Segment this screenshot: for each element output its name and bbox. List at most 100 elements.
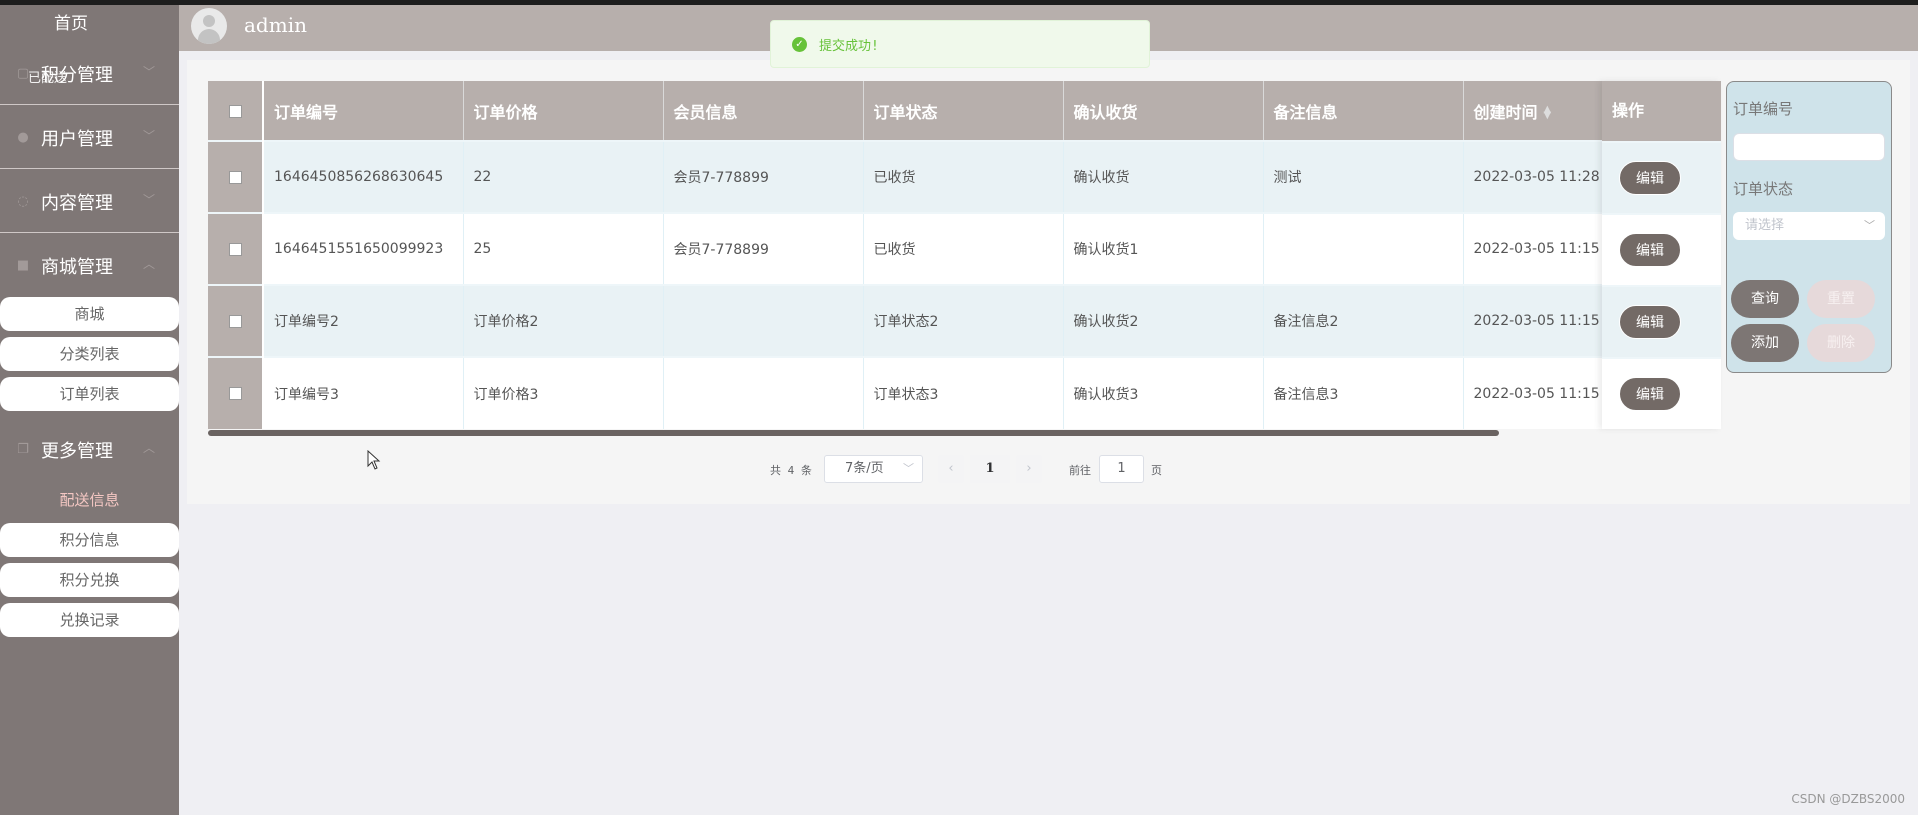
sidebar-item-exchange-records[interactable]: 兑换记录 <box>0 603 179 637</box>
cell-member: 会员7-778899 <box>663 212 864 285</box>
sidebar-group-content[interactable]: ◌ 内容管理 ﹀ <box>0 173 179 233</box>
cell-confirm: 确认收货3 <box>1063 356 1264 429</box>
chevron-right-icon: › <box>1026 461 1032 476</box>
cell-created: 2022-03-05 11:15 <box>1463 356 1604 429</box>
check-circle-icon: ✓ <box>792 37 807 52</box>
sidebar-item-home[interactable]: 首页 <box>0 9 142 34</box>
mouse-cursor-icon <box>367 450 381 470</box>
row-checkbox[interactable] <box>228 387 242 400</box>
page-size-value: 7条/页 <box>845 461 884 476</box>
table-row: 订单编号3 订单价格3 订单状态3 确认收货3 备注信息3 2022-03-05… <box>208 356 1721 429</box>
cell-status: 已收货 <box>863 140 1064 213</box>
table-header-row: 订单编号 订单价格 会员信息 订单状态 确认收货 备注信息 创建时间 ▲ ▼ <box>208 81 1721 141</box>
cell-member <box>663 284 864 357</box>
cell-status: 订单状态3 <box>863 356 1064 429</box>
horizontal-scrollbar[interactable] <box>208 430 1499 436</box>
cell-member: 会员7-778899 <box>663 140 864 213</box>
page-number-current[interactable]: 1 <box>970 455 1010 483</box>
actions-cell: 编辑 <box>1602 357 1721 429</box>
select-all-header <box>208 81 264 141</box>
cell-price: 订单价格3 <box>463 356 664 429</box>
prev-page-button[interactable]: ‹ <box>938 455 964 483</box>
goto-page-input[interactable]: 1 <box>1099 455 1144 483</box>
cell-price: 25 <box>463 212 664 285</box>
order-no-input[interactable] <box>1733 133 1885 161</box>
avatar-head-shape <box>203 15 215 27</box>
sidebar-group-label: 更多管理 <box>41 441 113 462</box>
sidebar-group-label: 商城管理 <box>41 257 113 278</box>
chevron-down-icon: ﹀ <box>903 462 914 475</box>
order-status-label: 订单状态 <box>1733 180 1794 198</box>
column-header-member: 会员信息 <box>663 81 864 141</box>
edit-button[interactable]: 编辑 <box>1619 233 1681 267</box>
cell-price: 订单价格2 <box>463 284 664 357</box>
sidebar-group-more[interactable]: ❐ 更多管理 ︿ <box>0 421 179 481</box>
cell-order-no: 订单编号3 <box>263 356 464 429</box>
cell-remark: 测试 <box>1263 140 1464 213</box>
reset-button[interactable]: 重置 <box>1807 280 1875 318</box>
page-size-select[interactable]: 7条/页 ﹀ <box>824 455 923 483</box>
row-checkbox[interactable] <box>228 314 242 328</box>
chevron-up-icon: ︿ <box>142 257 155 271</box>
sidebar-group-users[interactable]: ● 用户管理 ﹀ <box>0 109 179 169</box>
cell-status: 已收货 <box>863 212 1064 285</box>
query-button[interactable]: 查询 <box>1731 280 1799 318</box>
sidebar-group-mall[interactable]: ■ 商城管理 ︿ <box>0 237 179 297</box>
row-select-cell <box>208 140 264 213</box>
cell-created: 2022-03-05 11:15 <box>1463 212 1604 285</box>
column-header-created-label: 创建时间 <box>1473 102 1538 122</box>
delete-button[interactable]: 删除 <box>1807 324 1875 362</box>
sidebar-item-points-exchange[interactable]: 积分兑换 <box>0 563 179 597</box>
cell-remark: 备注信息3 <box>1263 356 1464 429</box>
row-select-cell <box>208 212 264 285</box>
actions-cell: 编辑 <box>1602 285 1721 357</box>
cell-confirm: 确认收货2 <box>1063 284 1264 357</box>
sidebar-group-points[interactable]: ▢ 积分管理 ﹀ <box>0 45 179 105</box>
column-header-remark: 备注信息 <box>1263 81 1464 141</box>
cell-confirm: 确认收货 <box>1063 140 1264 213</box>
cell-remark <box>1263 212 1464 285</box>
next-page-button[interactable]: › <box>1016 455 1042 483</box>
chevron-left-icon: ‹ <box>948 461 954 476</box>
actions-cell: 编辑 <box>1602 213 1721 285</box>
column-header-status: 订单状态 <box>863 81 1064 141</box>
chevron-up-icon: ︿ <box>142 441 155 455</box>
column-header-actions: 操作 <box>1602 81 1721 141</box>
table-row: 订单编号2 订单价格2 订单状态2 确认收货2 备注信息2 2022-03-05… <box>208 284 1721 357</box>
column-header-order-no: 订单编号 <box>263 81 464 141</box>
edit-button[interactable]: 编辑 <box>1619 161 1681 195</box>
sidebar-item-points-info[interactable]: 积分信息 <box>0 523 179 557</box>
sidebar-item-mall[interactable]: 商城 <box>0 297 179 331</box>
cell-order-no: 1646450856268630645 <box>263 140 464 213</box>
column-header-created[interactable]: 创建时间 ▲ ▼ <box>1463 81 1604 141</box>
watermark: CSDN @DZBS2000 <box>1791 792 1905 806</box>
select-all-checkbox[interactable] <box>228 105 242 118</box>
pagination-total: 共 4 条 <box>770 464 812 477</box>
actions-cell: 编辑 <box>1602 141 1721 213</box>
order-status-select[interactable]: 请选择 ﹀ <box>1733 212 1885 240</box>
overlapping-label: 已配送 <box>28 71 68 86</box>
sidebar-item-order-list[interactable]: 订单列表 <box>0 377 179 411</box>
column-header-confirm: 确认收货 <box>1063 81 1264 141</box>
cell-status: 订单状态2 <box>863 284 1064 357</box>
row-select-cell <box>208 356 264 429</box>
bag-icon: ■ <box>16 258 30 273</box>
row-checkbox[interactable] <box>228 242 242 256</box>
sidebar-item-category-list[interactable]: 分类列表 <box>0 337 179 371</box>
row-checkbox[interactable] <box>228 170 242 184</box>
edit-button[interactable]: 编辑 <box>1619 305 1681 339</box>
edit-button[interactable]: 编辑 <box>1619 377 1681 411</box>
search-panel: 订单编号 订单状态 请选择 ﹀ 查询 重置 添加 删除 <box>1726 81 1892 373</box>
cell-member <box>663 356 864 429</box>
person-icon: ● <box>17 130 29 145</box>
avatar[interactable] <box>191 8 227 44</box>
actions-column: 操作 编辑 编辑 编辑 编辑 <box>1602 81 1721 429</box>
add-button[interactable]: 添加 <box>1731 324 1799 362</box>
toast-message: 提交成功! <box>819 39 879 54</box>
sidebar-group-label: 用户管理 <box>41 129 113 150</box>
sidebar: 首页 ▢ 积分管理 ﹀ 已配送 ● 用户管理 ﹀ ◌ 内容管理 ﹀ ■ 商城管理… <box>0 5 179 815</box>
username[interactable]: admin <box>244 13 307 37</box>
sort-caret-icon[interactable]: ▲ ▼ <box>1544 105 1552 121</box>
sidebar-item-delivery-info[interactable]: 配送信息 <box>0 483 179 517</box>
cell-order-no: 订单编号2 <box>263 284 464 357</box>
